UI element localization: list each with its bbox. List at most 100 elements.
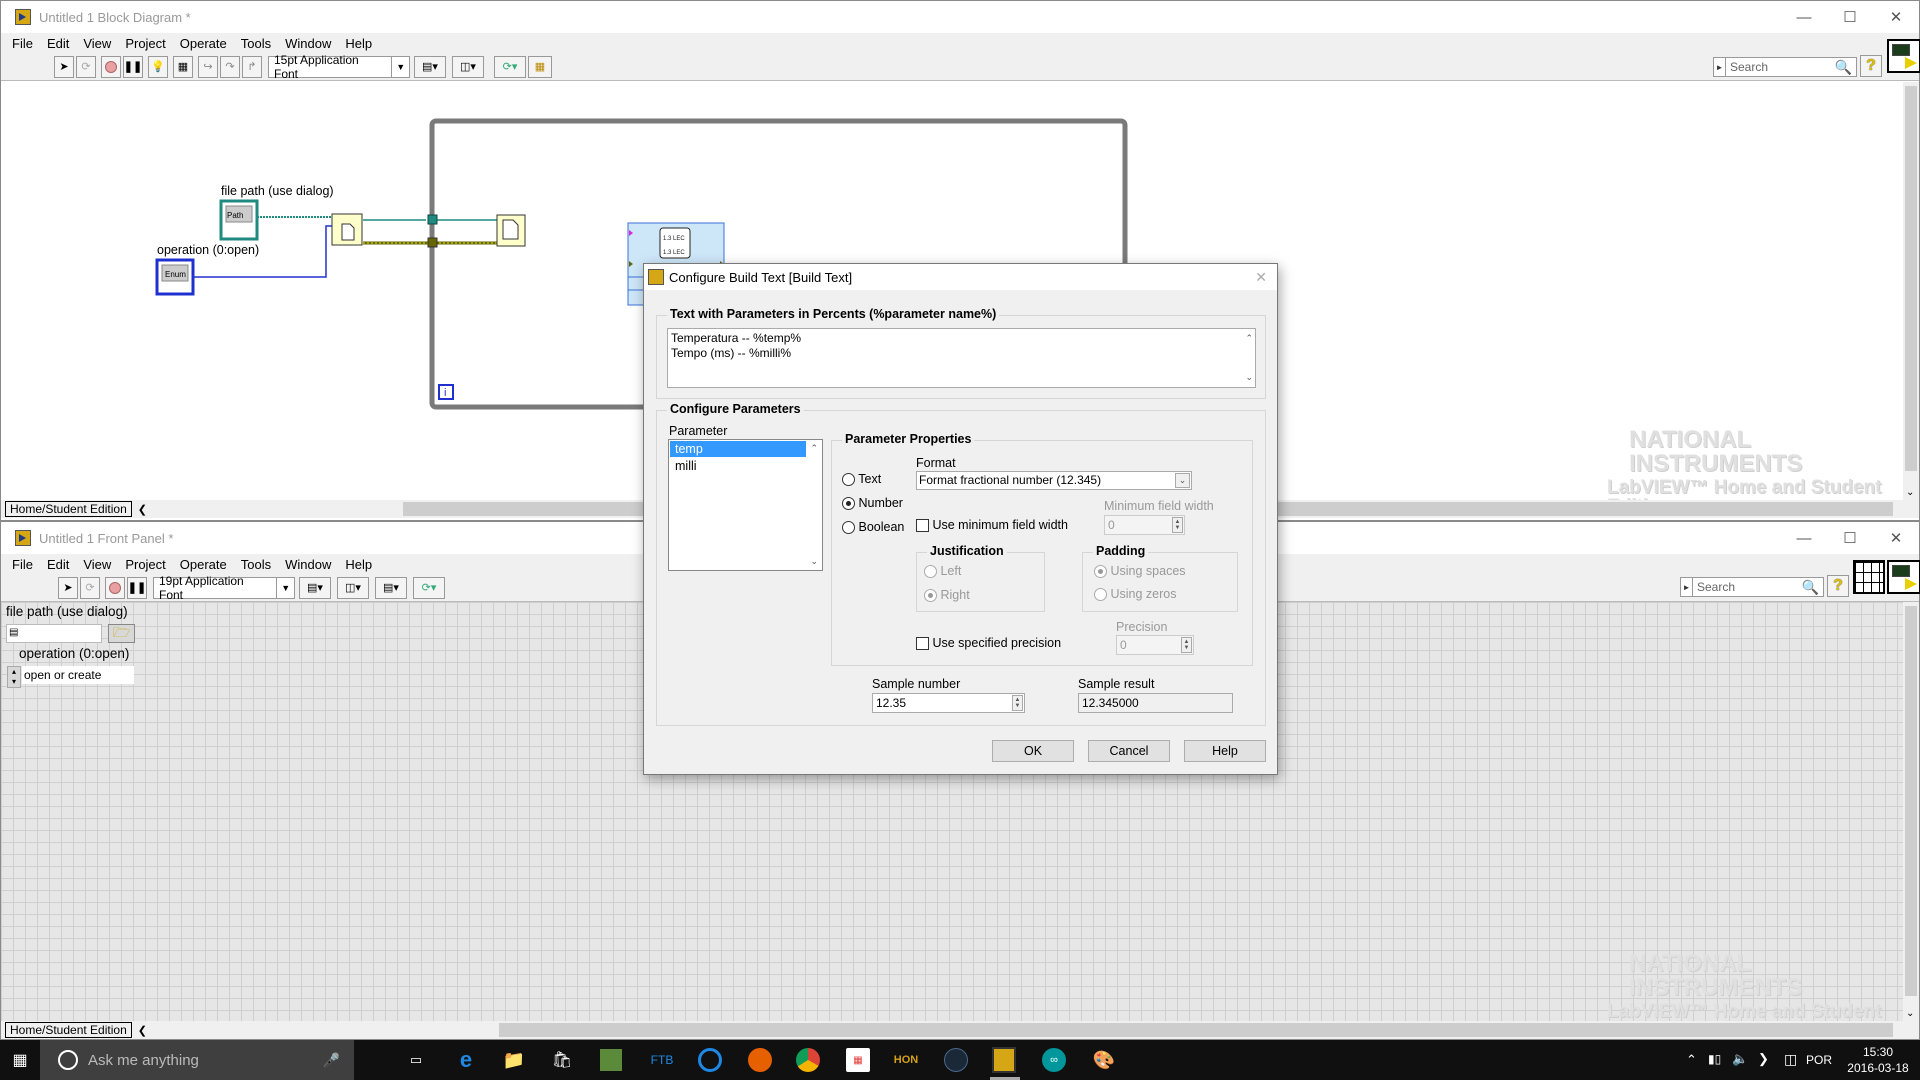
horizontal-scrollbar[interactable] [499, 1023, 1893, 1037]
minimize-button[interactable]: — [1781, 1, 1827, 33]
task-view-icon[interactable]: ▭ [404, 1048, 428, 1072]
type-radio-number[interactable]: Number [842, 496, 903, 511]
spinner[interactable]: ▲ ▼ [1172, 517, 1183, 533]
chrome-icon[interactable] [796, 1048, 820, 1072]
scroll-left-icon[interactable]: ❮ [138, 1024, 147, 1037]
volume-icon[interactable]: 🔈 [1732, 1051, 1748, 1067]
pause-button[interactable]: ❚❚ [127, 576, 147, 599]
firefox-icon[interactable] [748, 1048, 772, 1072]
scrollbar-thumb[interactable] [1905, 86, 1917, 471]
block-diagram-titlebar[interactable]: Untitled 1 Block Diagram * — ☐ ✕ [1, 1, 1919, 33]
pause-button[interactable]: ❚❚ [123, 55, 143, 78]
reorder-icon[interactable]: ⟳▾ [413, 576, 445, 599]
close-button[interactable]: ✕ [1873, 1, 1919, 33]
hon-icon[interactable]: HON [894, 1048, 918, 1072]
arduino-icon[interactable]: ∞ [1042, 1048, 1066, 1072]
justify-left-radio[interactable]: Left [924, 564, 961, 579]
menu-operate[interactable]: Operate [173, 36, 234, 51]
scroll-down-icon[interactable]: ⌄ [1906, 487, 1914, 498]
spinner[interactable]: ▲ ▼ [1181, 637, 1192, 653]
abort-button[interactable] [105, 576, 125, 599]
menu-file[interactable]: File [5, 36, 40, 51]
menu-project[interactable]: Project [118, 557, 172, 572]
file-explorer-icon[interactable]: 📁 [502, 1048, 526, 1072]
connector-pane[interactable] [1853, 560, 1885, 594]
menu-edit[interactable]: Edit [40, 557, 76, 572]
app-grid-icon[interactable]: ▦ [846, 1048, 870, 1072]
align-objects-icon[interactable]: ▤▾ [414, 55, 446, 78]
run-continuously-icon[interactable]: ⟳ [76, 55, 96, 78]
scroll-up-icon[interactable]: ⌃ [1245, 331, 1253, 346]
step-out-icon[interactable]: ↱ [242, 55, 262, 78]
cancel-button[interactable]: Cancel [1088, 740, 1170, 762]
spinner[interactable]: ▲ ▼ [1012, 695, 1023, 711]
dialog-titlebar[interactable]: Configure Build Text [Build Text] ✕ [644, 264, 1277, 290]
minimize-button[interactable]: — [1781, 522, 1827, 554]
wifi-icon[interactable]: ❯ [1758, 1051, 1769, 1067]
run-arrow-icon[interactable]: ➤ [54, 55, 74, 78]
search-box[interactable]: ► Search 🔍 [1680, 577, 1824, 597]
padding-zeros-radio[interactable]: Using zeros [1094, 587, 1176, 602]
distribute-objects-icon[interactable]: ◫▾ [452, 55, 484, 78]
tray-chevron-up-icon[interactable]: ⌃ [1686, 1052, 1697, 1068]
help-button[interactable]: Help [1184, 740, 1266, 762]
use-min-width-checkbox[interactable]: Use minimum field width [916, 518, 1068, 533]
step-over-icon[interactable]: ↷ [220, 55, 240, 78]
vi-icon[interactable] [1887, 39, 1920, 73]
windows-start-icon[interactable]: ▦ [0, 1040, 40, 1080]
clean-up-diagram-icon[interactable]: ▦ [528, 55, 552, 78]
context-help-button[interactable]: ? [1860, 55, 1882, 77]
precision-input[interactable]: 0 ▲ ▼ [1116, 635, 1194, 655]
scroll-down-icon[interactable]: ⌄ [1906, 1008, 1914, 1019]
use-precision-checkbox[interactable]: Use specified precision [916, 636, 1061, 651]
scroll-down-icon[interactable]: ⌄ [1245, 370, 1253, 385]
menu-view[interactable]: View [76, 36, 118, 51]
reorder-icon[interactable]: ⟳▾ [494, 55, 526, 78]
distribute-objects-icon[interactable]: ◫▾ [337, 576, 369, 599]
menu-window[interactable]: Window [278, 36, 338, 51]
sample-number-input[interactable]: 12.35 ▲ ▼ [872, 693, 1025, 713]
parameter-list[interactable]: temp milli ⌃ ⌄ [668, 439, 823, 571]
notifications-icon[interactable]: ◫ [1784, 1051, 1797, 1068]
menu-help[interactable]: Help [338, 557, 379, 572]
vertical-scrollbar[interactable]: ⌄ [1903, 602, 1919, 1021]
font-selector[interactable]: 19pt Application Font ▼ [153, 574, 295, 602]
context-help-button[interactable]: ? [1827, 575, 1849, 597]
maximize-button[interactable]: ☐ [1827, 522, 1873, 554]
justify-right-radio[interactable]: Right [924, 588, 970, 603]
operation-increment-decrement[interactable]: ▴ ▾ [7, 666, 21, 688]
run-arrow-icon[interactable]: ➤ [58, 576, 78, 599]
retain-wire-values-icon[interactable]: ▦ [173, 55, 193, 78]
resize-objects-icon[interactable]: ▤▾ [375, 576, 407, 599]
scrollbar-thumb[interactable] [1905, 606, 1917, 996]
close-button[interactable]: ✕ [1873, 522, 1919, 554]
store-icon[interactable]: 🛍 [550, 1048, 574, 1072]
format-select[interactable]: Format fractional number (12.345) ⌄ [916, 471, 1192, 490]
ok-button[interactable]: OK [992, 740, 1074, 762]
search-icon[interactable]: 🔍 [1802, 579, 1823, 596]
type-radio-text[interactable]: Text [842, 472, 881, 487]
microphone-icon[interactable]: 🎤 [323, 1052, 340, 1069]
run-continuously-icon[interactable]: ⟳ [80, 576, 100, 599]
highlight-execution-icon[interactable]: 💡 [148, 55, 168, 78]
language-indicator[interactable]: POR [1806, 1053, 1832, 1067]
ftb-icon[interactable]: FTB [650, 1048, 674, 1072]
search-box[interactable]: ► Search 🔍 [1713, 57, 1857, 77]
labview-taskbar-icon[interactable] [992, 1047, 1016, 1073]
menu-operate[interactable]: Operate [173, 557, 234, 572]
steam-icon[interactable] [944, 1048, 968, 1072]
scroll-down-icon[interactable]: ⌄ [810, 556, 818, 567]
app-circle-icon[interactable] [698, 1048, 722, 1072]
dialog-close-icon[interactable]: ✕ [1255, 269, 1267, 286]
browse-folder-button[interactable]: 🗁 [108, 624, 135, 643]
vertical-scrollbar[interactable]: ⌄ [1903, 82, 1919, 500]
minecraft-icon[interactable] [600, 1049, 622, 1071]
file-path-control[interactable]: ▤ [6, 624, 102, 643]
edge-icon[interactable]: e [454, 1047, 478, 1072]
vi-icon[interactable] [1887, 560, 1920, 594]
menu-view[interactable]: View [76, 557, 118, 572]
parameter-item-temp[interactable]: temp [670, 441, 806, 457]
align-objects-icon[interactable]: ▤▾ [299, 576, 331, 599]
paint-icon[interactable]: 🎨 [1092, 1048, 1116, 1072]
operation-enum-value[interactable]: open or create [22, 666, 134, 684]
